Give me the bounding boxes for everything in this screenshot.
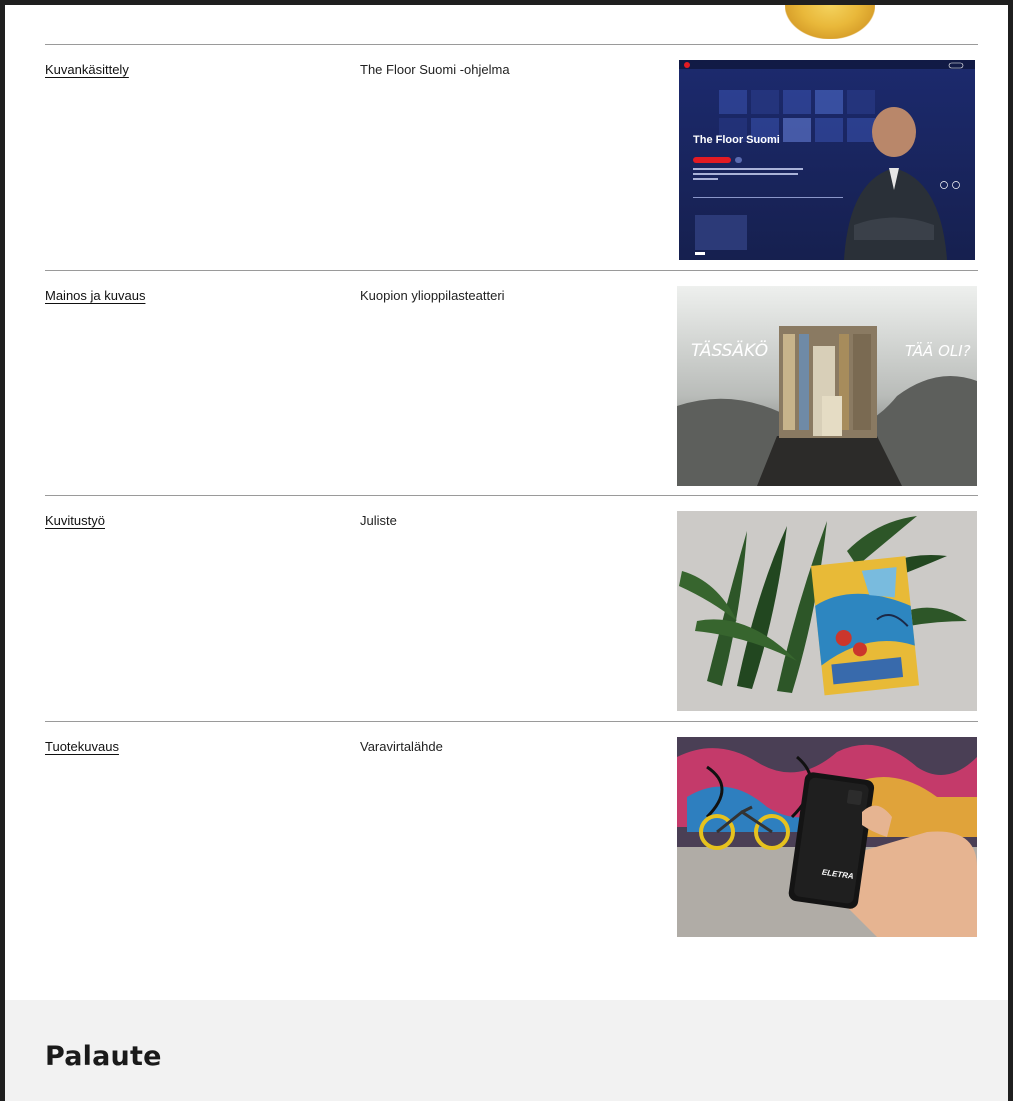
project-title: Varavirtalähde bbox=[360, 739, 443, 754]
project-image-power-bank[interactable]: ELETRA bbox=[677, 737, 977, 937]
category-link-illustration[interactable]: Kuvitustyö bbox=[45, 513, 105, 528]
project-title: Juliste bbox=[360, 513, 397, 528]
divider bbox=[45, 721, 978, 722]
project-image-the-floor[interactable]: The Floor Suomi bbox=[679, 60, 975, 260]
divider bbox=[45, 495, 978, 496]
feedback-heading: Palaute bbox=[45, 1041, 162, 1072]
divider bbox=[45, 270, 978, 271]
project-title: Kuopion ylioppilasteatteri bbox=[360, 288, 505, 303]
category-link-product-photography[interactable]: Tuotekuvaus bbox=[45, 739, 119, 754]
thumb-heading: The Floor Suomi bbox=[693, 134, 780, 146]
category-link-advertising-photography[interactable]: Mainos ja kuvaus bbox=[45, 288, 145, 303]
thumb-right-text: TÄÄ OLI? bbox=[905, 341, 971, 360]
previous-project-image-fragment bbox=[785, 5, 875, 39]
page-frame: Kuvankäsittely The Floor Suomi -ohjelma bbox=[5, 5, 1008, 1101]
project-image-poster[interactable] bbox=[677, 511, 977, 711]
thumb-left-text: TÄSSÄKÖ bbox=[691, 339, 768, 361]
project-title: The Floor Suomi -ohjelma bbox=[360, 62, 510, 77]
project-image-theatre-poster[interactable]: TÄSSÄKÖ TÄÄ OLI? bbox=[677, 286, 977, 486]
divider bbox=[45, 44, 978, 45]
category-link-image-editing[interactable]: Kuvankäsittely bbox=[45, 62, 129, 77]
